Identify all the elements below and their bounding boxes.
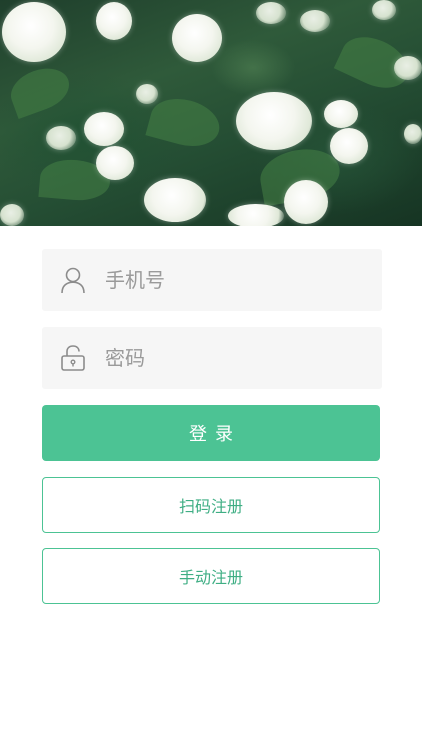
hero-flower-image — [0, 0, 422, 226]
user-icon — [59, 266, 87, 294]
password-field[interactable] — [42, 327, 382, 389]
login-page: 登录 扫码注册 手动注册 — [0, 0, 422, 750]
login-button[interactable]: 登录 — [42, 405, 380, 461]
password-input[interactable] — [103, 345, 357, 371]
scan-register-button[interactable]: 扫码注册 — [42, 477, 380, 533]
phone-input[interactable] — [103, 267, 357, 293]
phone-field[interactable] — [42, 249, 382, 311]
unlock-icon — [59, 344, 87, 372]
manual-register-button[interactable]: 手动注册 — [42, 548, 380, 604]
